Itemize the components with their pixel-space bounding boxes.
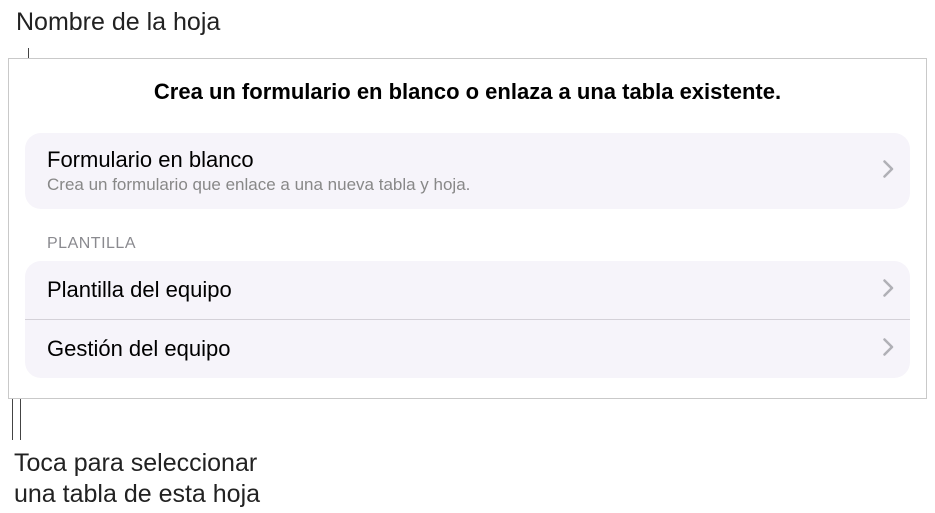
blank-form-row[interactable]: Formulario en blanco Crea un formulario … [25, 133, 910, 209]
callout-tap-select: Toca para seleccionar una tabla de esta … [14, 448, 260, 511]
table-row-gestion-equipo[interactable]: Gestión del equipo [25, 319, 910, 378]
section-header-plantilla: PLANTILLA [47, 235, 910, 253]
tables-group: Plantilla del equipo Gestión del equipo [25, 261, 910, 378]
chevron-right-icon [883, 277, 894, 303]
table-row-label: Plantilla del equipo [47, 277, 232, 303]
chevron-right-icon [883, 336, 894, 362]
blank-form-subtitle: Crea un formulario que enlace a una nuev… [47, 175, 470, 195]
table-row-plantilla-equipo[interactable]: Plantilla del equipo [25, 261, 910, 319]
blank-form-text: Formulario en blanco Crea un formulario … [47, 147, 470, 195]
panel-title: Crea un formulario en blanco o enlaza a … [25, 79, 910, 105]
table-row-label: Gestión del equipo [47, 336, 230, 362]
callout-sheet-name: Nombre de la hoja [16, 8, 220, 37]
chevron-right-icon [883, 158, 894, 184]
form-creation-panel: Crea un formulario en blanco o enlaza a … [8, 58, 927, 399]
callout-tap-select-line1: Toca para seleccionar [14, 448, 260, 479]
blank-form-title: Formulario en blanco [47, 147, 470, 173]
blank-form-group: Formulario en blanco Crea un formulario … [25, 133, 910, 209]
callout-tap-select-line2: una tabla de esta hoja [14, 479, 260, 510]
